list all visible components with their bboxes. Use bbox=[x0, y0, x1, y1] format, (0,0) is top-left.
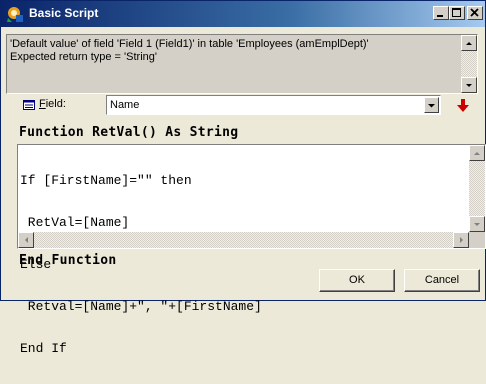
editor-scroll-down-button[interactable] bbox=[469, 216, 485, 232]
editor-scroll-up-button[interactable] bbox=[469, 145, 485, 161]
scroll-up-button[interactable] bbox=[461, 35, 477, 51]
description-vertical-scrollbar[interactable] bbox=[461, 35, 477, 93]
cancel-button[interactable]: Cancel bbox=[404, 269, 480, 292]
insert-field-button[interactable] bbox=[452, 96, 474, 116]
maximize-button[interactable] bbox=[449, 6, 465, 20]
field-dropdown-button[interactable] bbox=[424, 97, 439, 113]
editor-scroll-left-button[interactable] bbox=[18, 232, 34, 248]
chevron-down-icon bbox=[428, 104, 435, 108]
editor-scroll-right-button[interactable] bbox=[453, 232, 469, 248]
close-icon bbox=[470, 8, 479, 17]
close-button[interactable] bbox=[467, 6, 483, 20]
arrow-right-icon bbox=[460, 237, 463, 243]
script-editor[interactable]: If [FirstName]="" then RetVal=[Name] Els… bbox=[17, 144, 486, 356]
title-bar[interactable]: Basic Script bbox=[1, 1, 485, 27]
description-line-1: 'Default value' of field 'Field 1 (Field… bbox=[10, 38, 369, 50]
editor-vertical-scrollbar[interactable] bbox=[469, 145, 485, 232]
red-down-arrow-icon bbox=[457, 99, 469, 112]
field-icon bbox=[23, 100, 35, 110]
description-line-2: Expected return type = 'String' bbox=[10, 51, 157, 63]
app-icon bbox=[7, 7, 23, 22]
code-line: Retval=[Name]+", "+[FirstName] bbox=[20, 299, 262, 314]
field-select-value: Name bbox=[110, 99, 140, 111]
maximize-icon bbox=[452, 8, 461, 17]
minimize-button[interactable] bbox=[433, 6, 449, 20]
minimize-icon bbox=[437, 15, 443, 17]
ok-button[interactable]: OK bbox=[319, 269, 395, 292]
arrow-left-icon bbox=[25, 237, 28, 243]
arrow-down-icon bbox=[466, 84, 472, 87]
script-description-box: 'Default value' of field 'Field 1 (Field… bbox=[6, 34, 478, 94]
code-line: RetVal=[Name] bbox=[20, 215, 130, 230]
function-footer: End Function bbox=[19, 253, 117, 268]
editor-horizontal-scrollbar[interactable] bbox=[18, 232, 469, 248]
arrow-down-icon bbox=[474, 223, 480, 226]
scrollbar-corner bbox=[469, 232, 485, 248]
field-select[interactable]: Name bbox=[106, 95, 441, 115]
arrow-up-icon bbox=[474, 152, 480, 155]
field-label: Field: bbox=[39, 98, 66, 110]
code-line: If [FirstName]="" then bbox=[20, 173, 192, 188]
window-title: Basic Script bbox=[29, 6, 99, 20]
arrow-up-icon bbox=[466, 42, 472, 45]
code-line: End If bbox=[20, 341, 67, 356]
function-header: Function RetVal() As String bbox=[19, 125, 239, 140]
basic-script-dialog: Basic Script 'Default value' of field 'F… bbox=[0, 0, 486, 356]
scroll-down-button[interactable] bbox=[461, 77, 477, 93]
